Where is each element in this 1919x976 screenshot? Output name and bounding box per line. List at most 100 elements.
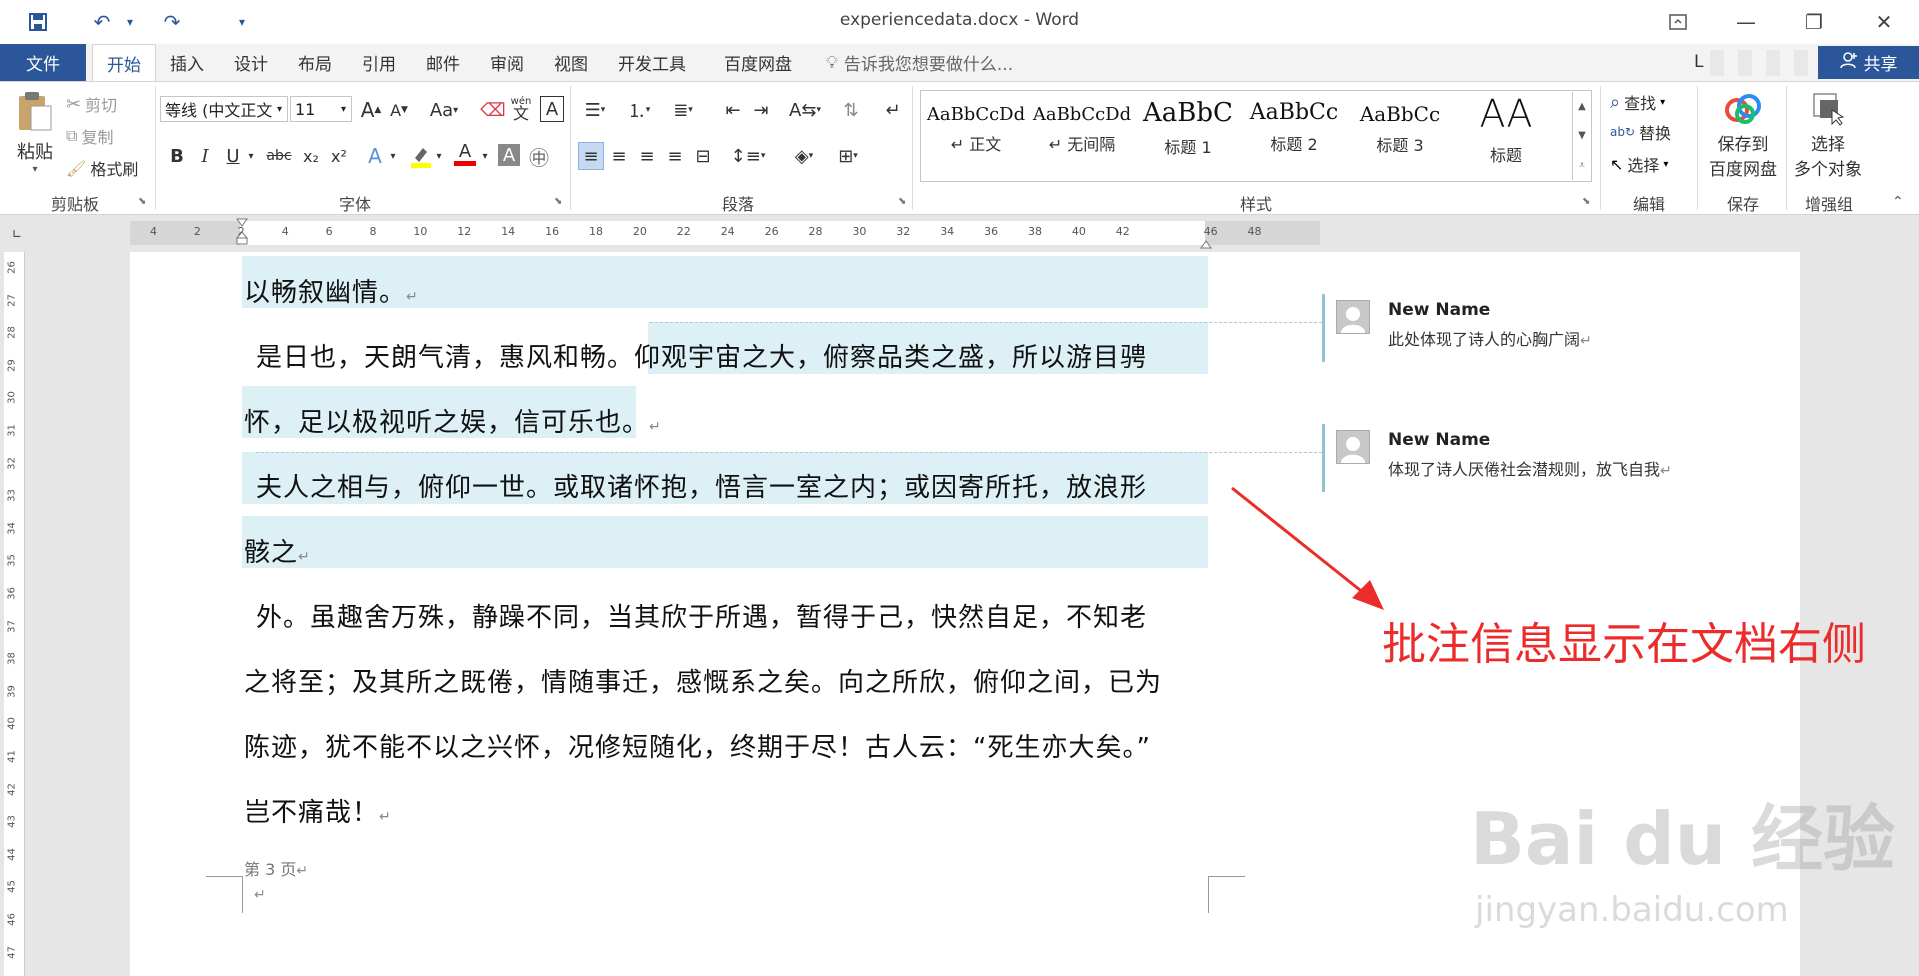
bullets-icon[interactable]: ☰ ▾ xyxy=(578,96,612,124)
save-to-baidu-button[interactable]: 保存到 百度网盘 xyxy=(1704,92,1782,180)
style-no-spacing[interactable]: AaBbCcDd ↵ 无间隔 xyxy=(1030,92,1134,178)
select-button[interactable]: ↖ 选择 ▾ xyxy=(1610,152,1668,176)
minimize-icon[interactable]: — xyxy=(1718,0,1774,44)
strikethrough-button[interactable]: abc xyxy=(264,142,294,170)
paragraph-launcher-icon[interactable]: ⬊ xyxy=(898,196,906,207)
show-marks-icon[interactable]: ↵ xyxy=(880,96,906,124)
tab-baidu-netdisk[interactable]: 百度网盘 xyxy=(720,44,796,81)
character-shading-icon[interactable]: A xyxy=(498,144,520,166)
decrease-indent-icon[interactable]: ⇤ xyxy=(720,96,746,124)
text-effects-icon[interactable]: A xyxy=(362,142,388,170)
justify-button[interactable]: ≡ xyxy=(662,142,688,170)
style-heading-3[interactable]: AaBbCc 标题 3 xyxy=(1348,92,1452,178)
align-center-button[interactable]: ≡ xyxy=(606,142,632,170)
collapse-ribbon-icon[interactable]: ⌃ xyxy=(1892,194,1904,210)
borders-icon[interactable]: ⊞ ▾ xyxy=(830,142,866,170)
replace-button[interactable]: ab↻ 替换 xyxy=(1610,120,1671,144)
shrink-font-icon[interactable]: A ▼ xyxy=(386,96,412,124)
numbering-icon[interactable]: ⒈ ▾ xyxy=(622,96,656,124)
comment-text[interactable]: 此处体现了诗人的心胸广阔↵ xyxy=(1388,326,1592,350)
styles-scroll[interactable]: ▲ ▼ ⩡ xyxy=(1572,92,1591,180)
clipboard-launcher-icon[interactable]: ⬊ xyxy=(138,196,146,207)
style-normal[interactable]: AaBbCcDd ↵ 正文 xyxy=(924,92,1028,178)
format-painter-button[interactable]: 🖌︎ 格式刷 xyxy=(66,156,138,180)
line-spacing-icon[interactable]: ↕≡ ▾ xyxy=(730,142,766,170)
tab-design[interactable]: 设计 xyxy=(230,44,272,81)
tab-references[interactable]: 引用 xyxy=(358,44,400,81)
font-color-icon[interactable]: A xyxy=(452,140,478,168)
cut-button[interactable]: ✂ 剪切 xyxy=(66,92,117,116)
tab-home[interactable]: 开始 xyxy=(92,44,156,82)
character-border-icon[interactable]: A xyxy=(540,96,564,122)
tab-developer[interactable]: 开发工具 xyxy=(614,44,690,81)
underline-button[interactable]: U xyxy=(220,142,246,170)
right-indent-marker[interactable] xyxy=(1200,236,1212,249)
copy-button[interactable]: ⧉ 复制 xyxy=(66,124,113,148)
scroll-down-icon[interactable]: ▼ xyxy=(1578,130,1586,141)
grow-font-icon[interactable]: A ▲ xyxy=(358,96,384,124)
subscript-button[interactable]: x₂ xyxy=(298,142,324,170)
doc-line-8: 陈迹，犹不能不以之兴怀，况修短随化，终期于尽！古人云：“死生亦大矣。” xyxy=(244,733,1151,763)
tab-view[interactable]: 视图 xyxy=(550,44,592,81)
more-styles-icon[interactable]: ⩡ xyxy=(1579,160,1585,171)
styles-launcher-icon[interactable]: ⬊ xyxy=(1582,196,1590,207)
crop-mark-right xyxy=(1208,876,1245,913)
tab-selector[interactable]: ∟ xyxy=(0,221,32,247)
ruler-tick-label: 48 xyxy=(1247,225,1262,238)
ruler-tick-label: 30 xyxy=(852,225,867,238)
select-objects-button[interactable]: 选择 多个对象 xyxy=(1788,92,1868,180)
clear-formatting-icon[interactable]: ⌫ xyxy=(480,96,506,124)
close-icon[interactable]: ✕ xyxy=(1856,0,1912,44)
align-left-button[interactable]: ≡ xyxy=(578,142,604,170)
scroll-up-icon[interactable]: ▲ xyxy=(1578,101,1586,112)
underline-dropdown-icon[interactable]: ▾ xyxy=(244,142,258,170)
tab-review[interactable]: 审阅 xyxy=(486,44,528,81)
tab-file[interactable]: 文件 xyxy=(0,44,86,81)
multilevel-list-icon[interactable]: ≣ ▾ xyxy=(666,96,700,124)
sort-icon[interactable]: ⇅ xyxy=(838,96,864,124)
comment-marker-bar xyxy=(1322,294,1325,362)
distributed-button[interactable]: ⊟ xyxy=(690,142,716,170)
style-title[interactable]: AA 标题 xyxy=(1454,92,1558,178)
style-preview: AaBbC xyxy=(1143,98,1233,128)
bold-button[interactable]: B xyxy=(164,142,190,170)
italic-button[interactable]: I xyxy=(192,142,218,170)
font-name-combo[interactable]: 等线 (中文正文 ▾ xyxy=(160,96,288,122)
vertical-ruler-tick-label: 33 xyxy=(6,489,18,503)
vertical-ruler-tick-label: 39 xyxy=(6,684,18,698)
increase-indent-icon[interactable]: ⇥ xyxy=(748,96,774,124)
restore-icon[interactable]: ❐ xyxy=(1786,0,1842,44)
share-button[interactable]: 共享 xyxy=(1818,46,1919,79)
ribbon-display-icon[interactable] xyxy=(1650,0,1706,44)
find-button[interactable]: ⌕ 查找 ▾ xyxy=(1610,90,1665,114)
chinese-layout-icon[interactable]: A⇆ ▾ xyxy=(788,96,822,124)
doc-line-6: 外。虽趣舍万殊，静躁不同，当其欣于所遇，暂得于己，快然自足，不知老 xyxy=(256,603,1148,633)
indent-marker[interactable] xyxy=(235,218,249,250)
align-right-button[interactable]: ≡ xyxy=(634,142,660,170)
shading-icon[interactable]: ◈ ▾ xyxy=(786,142,822,170)
tab-mailings[interactable]: 邮件 xyxy=(422,44,464,81)
change-case-icon[interactable]: Aa ▾ xyxy=(424,96,464,124)
user-name[interactable]: L xyxy=(1694,52,1703,72)
ruler-tick-label: 22 xyxy=(676,225,691,238)
tab-insert[interactable]: 插入 xyxy=(166,44,208,81)
doc-line-7: 之将至；及其所之既倦，情随事迁，感慨系之矣。向之所欣，俯仰之间，已为 xyxy=(244,668,1163,698)
font-size-combo[interactable]: 11 ▾ xyxy=(290,96,352,122)
comment-text[interactable]: 体现了诗人厌倦社会潜规则，放飞自我↵ xyxy=(1388,456,1672,480)
enclose-characters-icon[interactable]: ㊥ xyxy=(526,142,552,170)
text-effects-dropdown-icon[interactable]: ▾ xyxy=(386,142,400,170)
highlight-color-icon[interactable] xyxy=(408,142,434,170)
avatar xyxy=(1336,430,1370,464)
font-color-dropdown-icon[interactable]: ▾ xyxy=(478,142,492,170)
group-separator xyxy=(1600,86,1601,210)
phonetic-guide-icon[interactable]: wén 文 xyxy=(508,94,534,122)
tab-layout[interactable]: 布局 xyxy=(294,44,336,81)
tell-me-box[interactable]: 💡︎ 告诉我您想要做什么... xyxy=(826,44,1013,81)
style-heading-2[interactable]: AaBbCc 标题 2 xyxy=(1242,92,1346,178)
highlight-dropdown-icon[interactable]: ▾ xyxy=(432,142,446,170)
font-launcher-icon[interactable]: ⬊ xyxy=(554,196,562,207)
style-heading-1[interactable]: AaBbC 标题 1 xyxy=(1136,92,1240,178)
paste-button[interactable]: 粘贴 ▾ xyxy=(12,90,58,180)
vertical-ruler-tick-label: 45 xyxy=(6,880,18,894)
superscript-button[interactable]: x² xyxy=(326,142,352,170)
